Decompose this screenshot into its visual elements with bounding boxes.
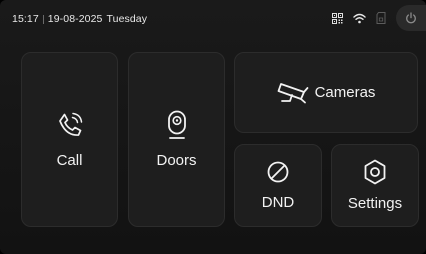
- qr-code-icon[interactable]: [332, 12, 343, 24]
- status-time: 15:17: [12, 13, 39, 25]
- doors-label: Doors: [156, 152, 197, 169]
- divider: [42, 14, 44, 24]
- status-weekday: Tuesday: [106, 13, 148, 25]
- doorbell-camera-icon: [166, 110, 188, 140]
- status-icons: [332, 5, 426, 31]
- power-button[interactable]: [396, 5, 426, 31]
- settings-label: Settings: [347, 195, 403, 212]
- call-label: Call: [56, 152, 83, 169]
- status-bar: 15:17 19-08-2025 Tuesday: [0, 0, 426, 40]
- cameras-label: Cameras: [314, 84, 376, 101]
- call-tile[interactable]: Call: [21, 52, 118, 227]
- do-not-disturb-icon: [266, 160, 290, 184]
- settings-tile[interactable]: Settings: [331, 144, 419, 227]
- datetime-display: 15:17 19-08-2025 Tuesday: [12, 13, 147, 25]
- hexagon-settings-icon: [363, 159, 387, 185]
- home-screen: 15:17 19-08-2025 Tuesday Call Doors Came…: [0, 0, 426, 254]
- status-date: 19-08-2025: [47, 13, 103, 25]
- wifi-icon[interactable]: [353, 13, 366, 24]
- cameras-tile[interactable]: Cameras: [234, 52, 418, 133]
- power-icon: [405, 12, 417, 24]
- dnd-tile[interactable]: DND: [234, 144, 322, 227]
- sd-card-icon: [376, 12, 386, 24]
- doors-tile[interactable]: Doors: [128, 52, 225, 227]
- dnd-label: DND: [261, 194, 295, 211]
- phone-ringing-icon: [55, 110, 85, 140]
- cctv-camera-icon: [277, 80, 309, 106]
